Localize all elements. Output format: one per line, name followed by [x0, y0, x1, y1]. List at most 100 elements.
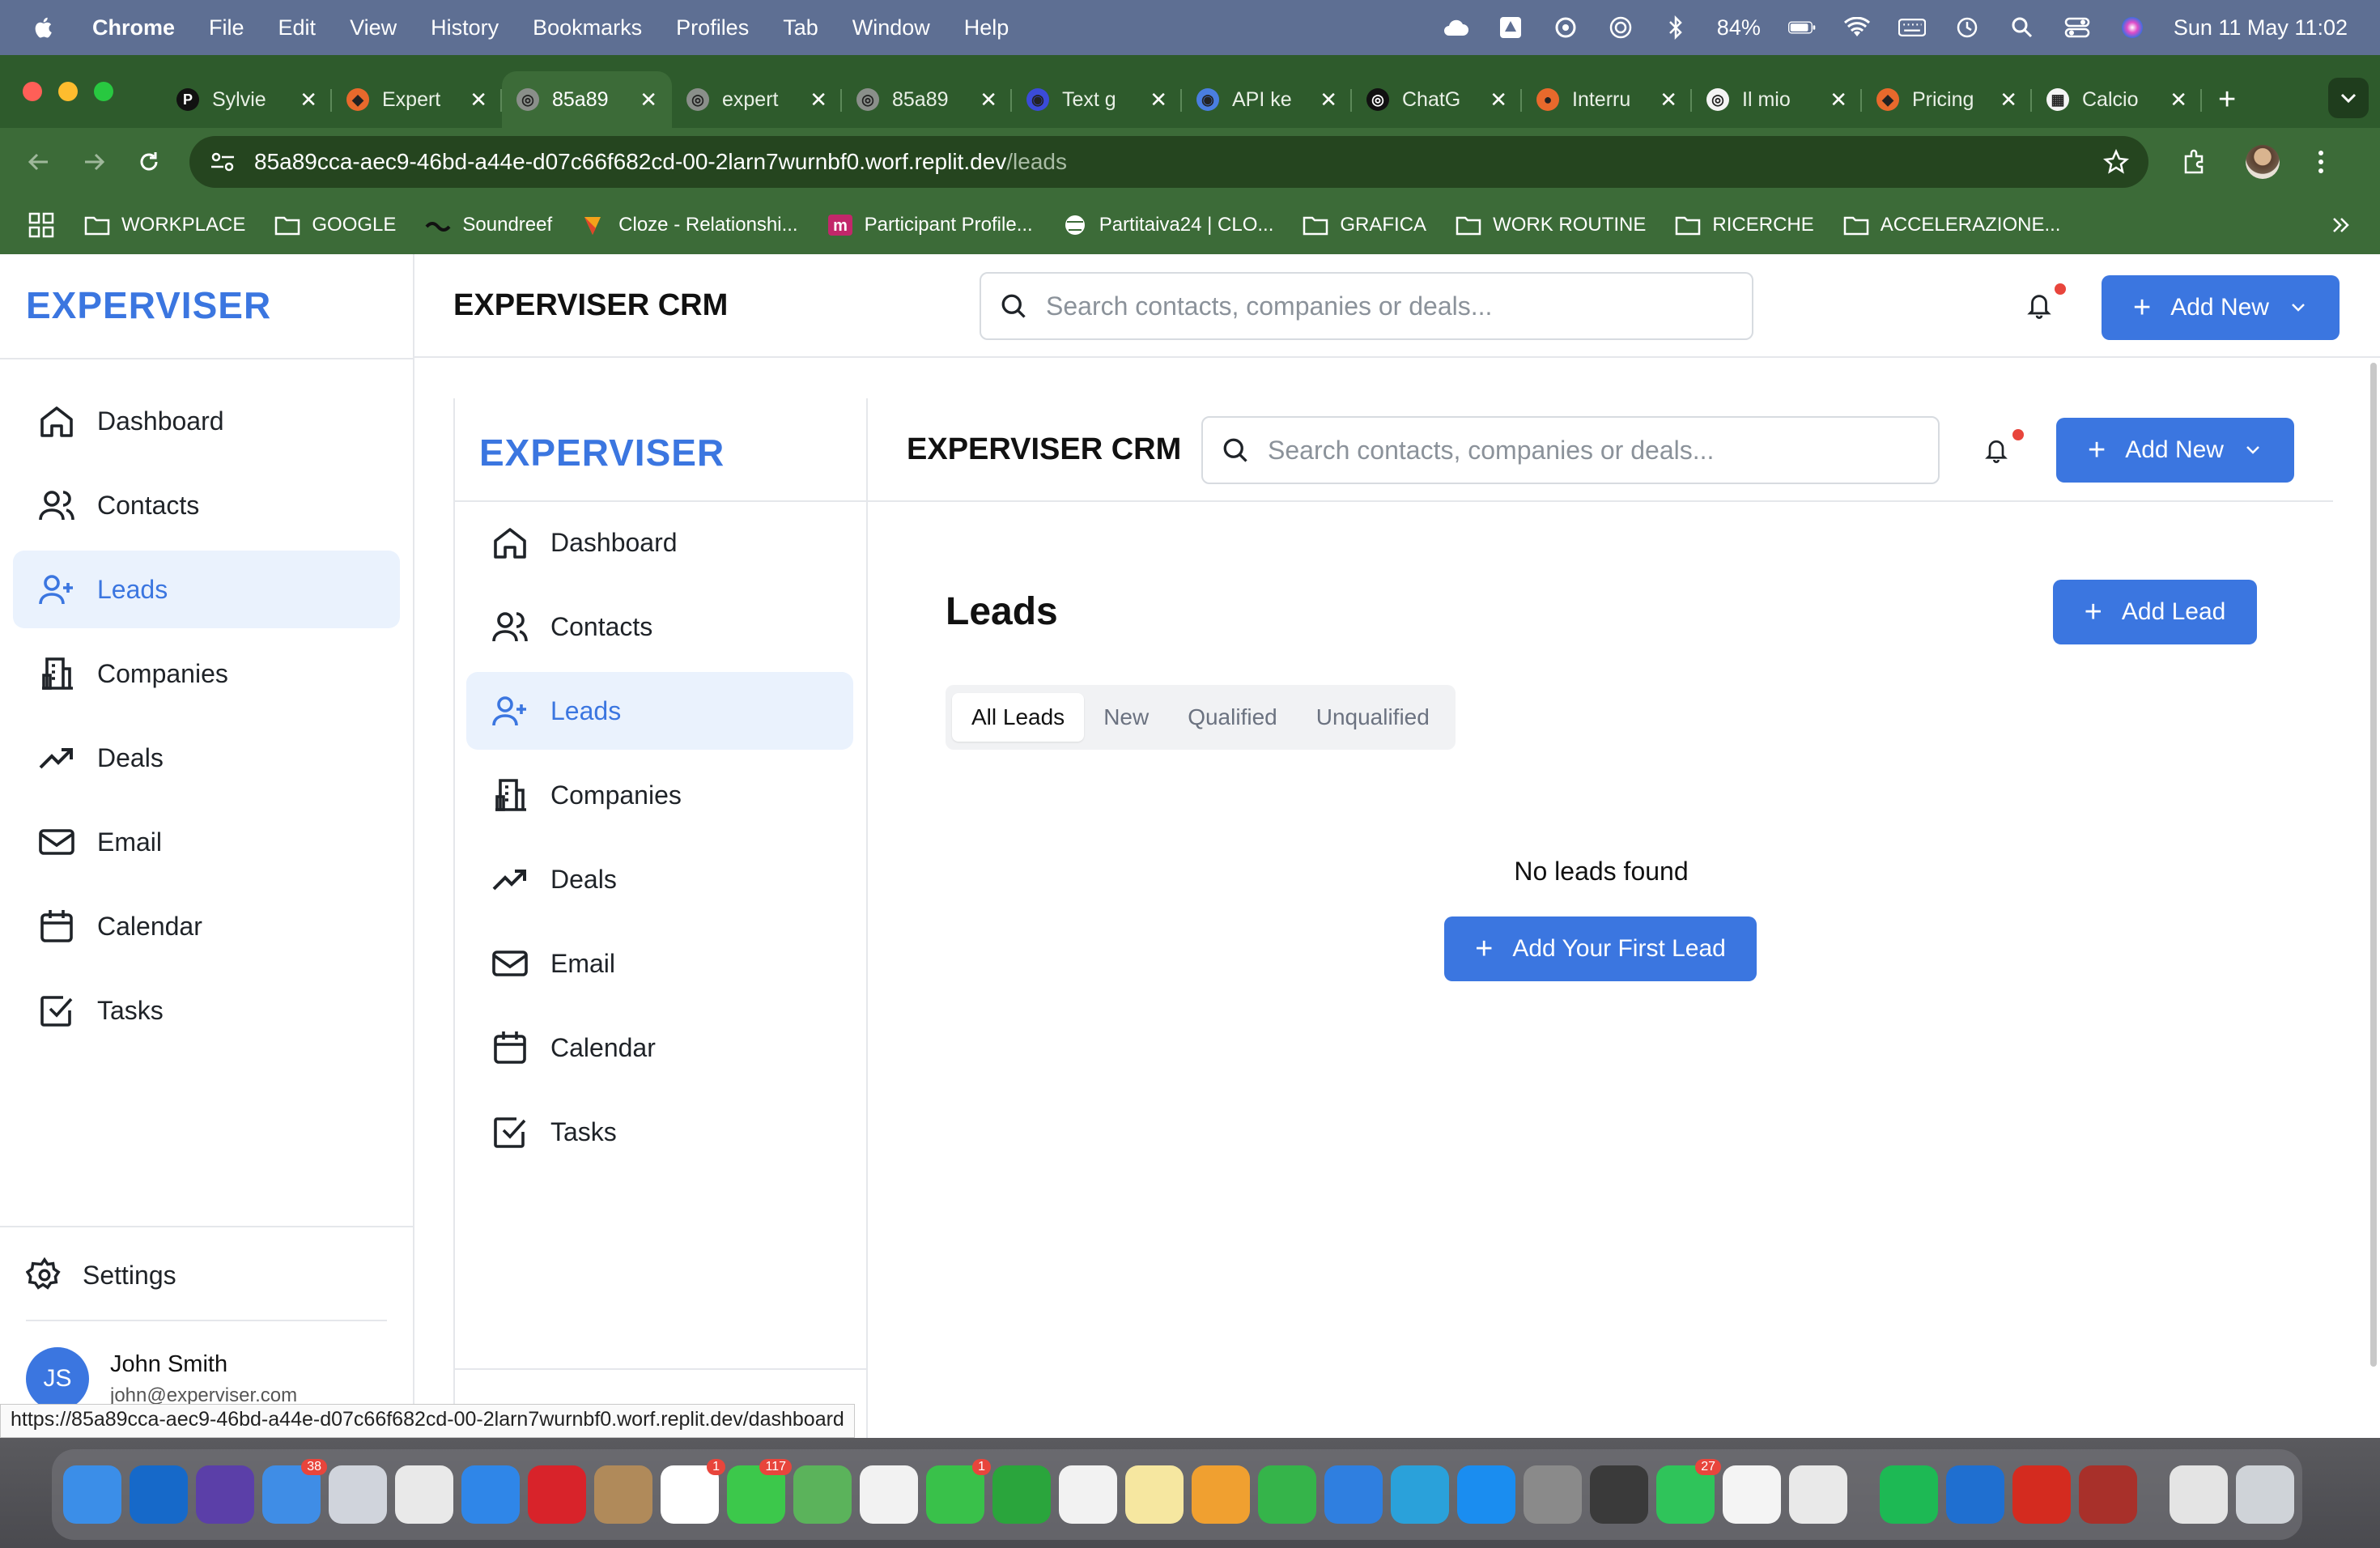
dock-app-contacts-icon[interactable]	[594, 1465, 652, 1524]
keyboard-icon[interactable]	[1898, 14, 1926, 41]
sidebar-item-contacts[interactable]: Contacts	[13, 466, 400, 544]
filter-tab-qualified[interactable]: Qualified	[1168, 693, 1297, 742]
menu-view[interactable]: View	[350, 15, 397, 40]
close-tab-icon[interactable]: ✕	[300, 87, 317, 113]
bookmark-folder[interactable]: RICERCHE	[1675, 214, 1814, 236]
close-tab-icon[interactable]: ✕	[1320, 87, 1337, 113]
add-lead-button[interactable]: + Add Lead	[2053, 580, 2257, 644]
sidebar-item-deals[interactable]: Deals	[13, 719, 400, 797]
menu-history[interactable]: History	[431, 15, 499, 40]
bookmark-folder[interactable]: WORK ROUTINE	[1456, 214, 1646, 236]
new-tab-button[interactable]: +	[2202, 71, 2252, 128]
dock-app-finder-icon[interactable]	[63, 1465, 121, 1524]
dock-app-chatgpt-icon[interactable]	[1723, 1465, 1781, 1524]
browser-tab[interactable]: ◉ API ke ✕	[1182, 71, 1352, 128]
siri-icon[interactable]	[2119, 14, 2146, 41]
tab-search-button[interactable]	[2328, 78, 2369, 118]
close-tab-icon[interactable]: ✕	[470, 87, 487, 113]
dock-app-launchpad-icon[interactable]	[329, 1465, 387, 1524]
dock-app-outlook-icon[interactable]	[130, 1465, 188, 1524]
add-first-lead-button[interactable]: + Add Your First Lead	[1444, 916, 1757, 981]
sidebar-item-leads[interactable]: Leads	[13, 551, 400, 628]
dock-app-siri-icon[interactable]	[196, 1465, 254, 1524]
forward-button[interactable]	[79, 147, 108, 176]
user-profile[interactable]: JS John Smith john@experviser.com	[26, 1347, 297, 1410]
star-icon[interactable]	[2103, 149, 2129, 175]
time-machine-icon[interactable]	[1953, 14, 1981, 41]
close-tab-icon[interactable]: ✕	[1830, 87, 1847, 113]
dock-app-keynote-icon[interactable]	[1324, 1465, 1383, 1524]
browser-tab[interactable]: ◎ 85a89 ✕	[502, 71, 672, 128]
dock-app-mail-icon[interactable]: 38	[262, 1459, 327, 1524]
menu-bookmarks[interactable]: Bookmarks	[533, 15, 642, 40]
dock-app-trash-icon[interactable]	[2236, 1465, 2294, 1524]
app-logo[interactable]: EXPERVISER	[26, 283, 271, 327]
browser-tab[interactable]: ◎ Il mio ✕	[1692, 71, 1862, 128]
dock-app-trello-icon[interactable]	[1946, 1465, 2004, 1524]
sidebar-item-calendar[interactable]: Calendar	[13, 887, 400, 965]
more-menu-icon[interactable]	[2317, 148, 2325, 176]
sidebar-item-tasks[interactable]: Tasks	[13, 972, 400, 1049]
spotlight-search-icon[interactable]	[2008, 14, 2036, 41]
browser-tab[interactable]: ▦ Calcio ✕	[2032, 71, 2202, 128]
filter-tab-unqualified[interactable]: Unqualified	[1297, 693, 1449, 742]
close-tab-icon[interactable]: ✕	[2000, 87, 2017, 113]
sidebar-item-tasks[interactable]: Tasks	[466, 1093, 853, 1171]
search-input[interactable]: Search contacts, companies or deals...	[980, 272, 1753, 340]
bookmark-folder[interactable]: WORKPLACE	[84, 214, 245, 236]
dock-app-telegram-icon[interactable]	[1391, 1465, 1449, 1524]
dock-app-chat-icon[interactable]	[992, 1465, 1051, 1524]
browser-tab[interactable]: P Sylvie ✕	[162, 71, 332, 128]
extensions-icon[interactable]	[2181, 148, 2208, 176]
wifi-icon[interactable]	[1843, 14, 1871, 41]
bookmark-folder[interactable]: GOOGLE	[274, 214, 396, 236]
address-bar[interactable]: 85a89cca-aec9-46bd-a44e-d07c66f682cd-00-…	[189, 136, 2148, 188]
bookmark-link[interactable]: Cloze - Relationshi...	[581, 214, 798, 236]
dock-app-spotify-icon[interactable]	[1880, 1465, 1938, 1524]
sidebar-item-deals[interactable]: Deals	[466, 840, 853, 918]
openai-icon[interactable]	[1552, 14, 1579, 41]
cloud-icon[interactable]	[1442, 14, 1469, 41]
dock-app-photos-icon[interactable]	[860, 1465, 918, 1524]
bookmark-link[interactable]: Soundreef	[425, 214, 552, 236]
dock-app-dictionary-icon[interactable]	[2079, 1465, 2137, 1524]
sidebar-item-companies[interactable]: Companies	[466, 756, 853, 834]
dock-app-notes-icon[interactable]	[1125, 1465, 1184, 1524]
browser-tab[interactable]: ◎ expert ✕	[672, 71, 842, 128]
menu-app-name[interactable]: Chrome	[92, 15, 175, 40]
chevron-double-right-icon[interactable]	[2330, 214, 2352, 236]
dock-app-maps-icon[interactable]	[793, 1465, 852, 1524]
dock-app-chrome-icon[interactable]	[395, 1465, 453, 1524]
settings-link[interactable]: Settings	[26, 1257, 176, 1294]
sidebar-item-calendar[interactable]: Calendar	[466, 1009, 853, 1087]
notifications-button[interactable]	[2025, 283, 2066, 322]
close-tab-icon[interactable]: ✕	[810, 87, 827, 113]
bluetooth-icon[interactable]	[1662, 14, 1689, 41]
close-window-button[interactable]	[23, 82, 42, 101]
filter-tab-new[interactable]: New	[1084, 693, 1168, 742]
airdrop-icon[interactable]	[1607, 14, 1634, 41]
bookmark-folder[interactable]: GRAFICA	[1303, 214, 1426, 236]
dock-app-evernote-icon[interactable]	[1059, 1465, 1117, 1524]
minimize-window-button[interactable]	[58, 82, 78, 101]
menu-profiles[interactable]: Profiles	[676, 15, 749, 40]
inner-notifications-button[interactable]	[1983, 429, 2024, 468]
menu-file[interactable]: File	[209, 15, 244, 40]
browser-tab[interactable]: ◆ Pricing ✕	[1862, 71, 2032, 128]
apps-grid-icon[interactable]	[28, 211, 55, 239]
dock-app-messages-icon[interactable]: 117	[727, 1459, 792, 1524]
close-tab-icon[interactable]: ✕	[980, 87, 997, 113]
menu-window[interactable]: Window	[852, 15, 930, 40]
dock-app-system-settings-icon[interactable]	[1524, 1465, 1582, 1524]
dock-app-numbers-icon[interactable]	[1258, 1465, 1316, 1524]
reload-button[interactable]	[134, 147, 164, 176]
browser-tab[interactable]: ◎ ChatG ✕	[1352, 71, 1522, 128]
menu-help[interactable]: Help	[964, 15, 1009, 40]
drive-icon[interactable]	[1497, 14, 1524, 41]
apple-icon[interactable]	[32, 14, 57, 41]
dock-app-calendar-icon[interactable]: 1	[661, 1459, 725, 1524]
battery-icon[interactable]	[1787, 14, 1816, 41]
close-tab-icon[interactable]: ✕	[1660, 87, 1677, 113]
sidebar-item-companies[interactable]: Companies	[13, 635, 400, 712]
sidebar-item-leads[interactable]: Leads	[466, 672, 853, 750]
